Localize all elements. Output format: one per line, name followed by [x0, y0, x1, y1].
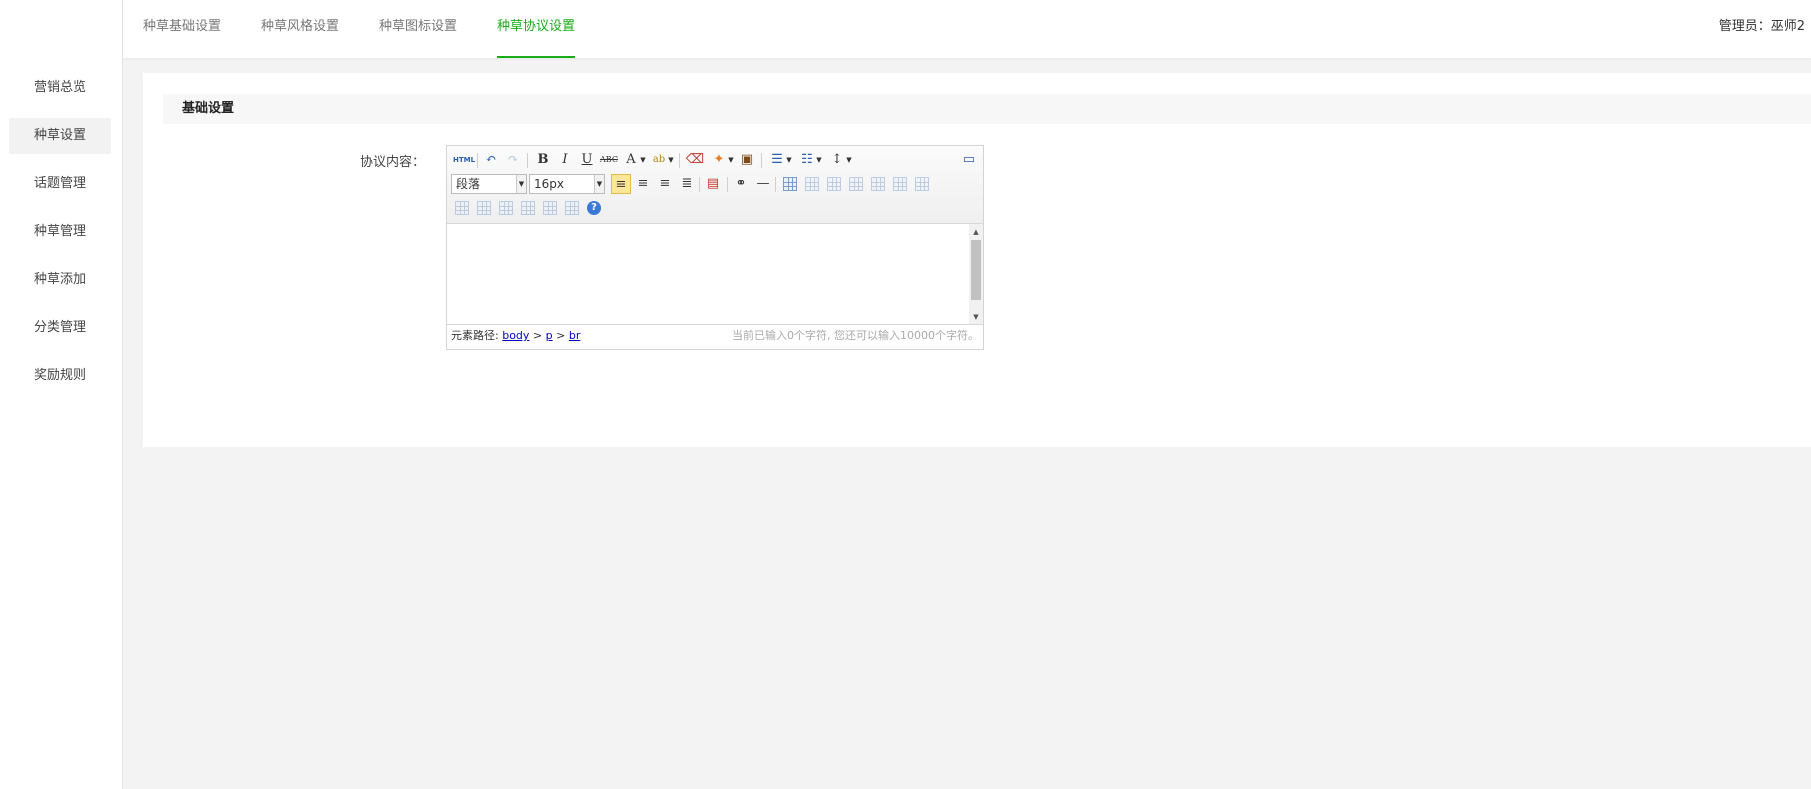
- font-color-icon[interactable]: A: [621, 150, 641, 170]
- toolbar-row-3: ?: [451, 198, 979, 218]
- insert-caption-icon[interactable]: [827, 177, 841, 191]
- sidebar-item-topic-management[interactable]: 话题管理: [9, 166, 111, 202]
- toolbar-separator: [679, 153, 680, 168]
- path-link-p[interactable]: p: [546, 329, 553, 342]
- merge-right-icon[interactable]: [477, 201, 491, 215]
- toolbar-row-2: 段落 ▼ 16px ▼ ≡ ≡ ≡ ≣ ▤ ⚭ —: [451, 174, 979, 194]
- main-card: 基础设置 协议内容： HTML ↶ ↷ B I U ABC A ▼ ab ▼ ⌫: [143, 73, 1811, 447]
- editor-scrollbar[interactable]: ▲ ▼: [969, 224, 983, 325]
- delete-table-icon[interactable]: [805, 177, 819, 191]
- undo-icon[interactable]: ↶: [481, 150, 501, 170]
- image-icon[interactable]: ▤: [703, 174, 723, 194]
- sidebar-item-seeding-add[interactable]: 种草添加: [9, 262, 111, 298]
- path-separator: >: [556, 329, 566, 342]
- eraser-icon[interactable]: ⌫: [685, 150, 705, 170]
- admin-label: 管理员：: [1718, 19, 1771, 34]
- format-painter-caret-icon[interactable]: ▼: [727, 150, 735, 170]
- ordered-list-caret-icon[interactable]: ▼: [785, 150, 793, 170]
- align-right-icon[interactable]: ≡: [655, 174, 675, 194]
- toolbar-separator: [527, 153, 528, 168]
- sidebar-item-category-management[interactable]: 分类管理: [9, 310, 111, 346]
- editor-toolbar: HTML ↶ ↷ B I U ABC A ▼ ab ▼ ⌫ ✦ ▼ ▣ ☰ ▼ …: [447, 146, 983, 224]
- underline-icon[interactable]: U: [577, 150, 597, 170]
- section-title: 基础设置: [182, 101, 235, 116]
- italic-icon[interactable]: I: [555, 150, 575, 170]
- sidebar-item-seeding-settings[interactable]: 种草设置: [9, 118, 111, 154]
- unordered-list-icon[interactable]: ☷: [797, 150, 817, 170]
- sidebar-item-seeding-management[interactable]: 种草管理: [9, 214, 111, 250]
- path-separator: >: [532, 329, 543, 342]
- editor-statusbar: 元素路径: body > p > br 当前已输入0个字符, 您还可以输入100…: [447, 324, 983, 349]
- bold-icon[interactable]: B: [533, 150, 553, 170]
- sidebar-item-reward-rules[interactable]: 奖励规则: [9, 358, 111, 394]
- toolbar-separator: [775, 177, 776, 192]
- admin-name[interactable]: 巫师2: [1771, 19, 1805, 34]
- highlight-caret-icon[interactable]: ▼: [667, 150, 675, 170]
- editor-content-area[interactable]: ▲ ▼: [447, 224, 983, 325]
- toolbar-separator: [761, 153, 762, 168]
- find-replace-icon[interactable]: ⚭: [731, 174, 751, 194]
- insert-row-icon[interactable]: [849, 177, 863, 191]
- char-count: 当前已输入0个字符, 您还可以输入10000个字符。: [732, 329, 979, 342]
- scroll-down-icon[interactable]: ▼: [969, 311, 983, 323]
- font-color-caret-icon[interactable]: ▼: [639, 150, 647, 170]
- element-path-label: 元素路径:: [451, 329, 499, 342]
- fullscreen-icon[interactable]: ▭: [959, 150, 979, 170]
- line-height-icon[interactable]: ↕: [827, 150, 847, 170]
- chevron-down-icon: ▼: [594, 175, 604, 193]
- tab-icon-settings[interactable]: 种草图标设置: [379, 0, 457, 58]
- split-cols-icon[interactable]: [565, 201, 579, 215]
- font-size-value: 16px: [534, 177, 564, 191]
- sidebar-item-marketing-overview[interactable]: 营销总览: [9, 70, 111, 106]
- ordered-list-icon[interactable]: ☰: [767, 150, 787, 170]
- help-icon[interactable]: ?: [587, 201, 601, 215]
- scroll-thumb[interactable]: [971, 240, 981, 300]
- section-header: 基础设置: [163, 94, 1811, 124]
- merge-cells-icon[interactable]: [455, 201, 469, 215]
- highlight-color-icon[interactable]: ab: [649, 150, 669, 170]
- split-cells-icon[interactable]: [521, 201, 535, 215]
- element-path: 元素路径: body > p > br: [451, 325, 580, 347]
- strikethrough-icon[interactable]: ABC: [599, 150, 619, 170]
- html-source-button[interactable]: HTML: [453, 150, 475, 170]
- font-size-select[interactable]: 16px ▼: [529, 174, 605, 194]
- delete-row-icon[interactable]: [871, 177, 885, 191]
- insert-col-icon[interactable]: [893, 177, 907, 191]
- toolbar-separator: [699, 177, 700, 192]
- horizontal-rule-icon[interactable]: —: [753, 174, 773, 194]
- toolbar-separator: [727, 177, 728, 192]
- delete-col-icon[interactable]: [915, 177, 929, 191]
- agreement-content-label: 协议内容：: [360, 155, 426, 170]
- paragraph-format-select[interactable]: 段落 ▼: [451, 174, 527, 194]
- align-center-icon[interactable]: ≡: [633, 174, 653, 194]
- sidebar: 营销总览 种草设置 话题管理 种草管理 种草添加 分类管理 奖励规则: [0, 0, 123, 789]
- split-rows-icon[interactable]: [543, 201, 557, 215]
- rich-text-editor: HTML ↶ ↷ B I U ABC A ▼ ab ▼ ⌫ ✦ ▼ ▣ ☰ ▼ …: [446, 145, 984, 350]
- merge-down-icon[interactable]: [499, 201, 513, 215]
- insert-table-icon[interactable]: [783, 177, 797, 191]
- toolbar-row-1: HTML ↶ ↷ B I U ABC A ▼ ab ▼ ⌫ ✦ ▼ ▣ ☰ ▼ …: [451, 150, 979, 170]
- align-left-icon[interactable]: ≡: [611, 174, 631, 194]
- admin-info: 管理员：巫师2: [1719, 0, 1805, 54]
- paragraph-format-value: 段落: [456, 177, 481, 191]
- path-link-br[interactable]: br: [569, 329, 581, 342]
- format-painter-icon[interactable]: ✦: [709, 150, 729, 170]
- path-link-body[interactable]: body: [502, 329, 529, 342]
- scroll-up-icon[interactable]: ▲: [969, 226, 983, 238]
- paste-icon[interactable]: ▣: [737, 150, 757, 170]
- tab-agreement-settings[interactable]: 种草协议设置: [497, 0, 576, 58]
- top-navigation: 种草基础设置 种草风格设置 种草图标设置 种草协议设置 管理员：巫师2: [123, 0, 1811, 58]
- toolbar-separator: [477, 153, 478, 168]
- redo-icon[interactable]: ↷: [503, 150, 523, 170]
- chevron-down-icon: ▼: [516, 175, 526, 193]
- line-height-caret-icon[interactable]: ▼: [845, 150, 853, 170]
- unordered-list-caret-icon[interactable]: ▼: [815, 150, 823, 170]
- tab-style-settings[interactable]: 种草风格设置: [261, 0, 339, 58]
- align-justify-icon[interactable]: ≣: [677, 174, 697, 194]
- tab-basic-settings[interactable]: 种草基础设置: [143, 0, 221, 58]
